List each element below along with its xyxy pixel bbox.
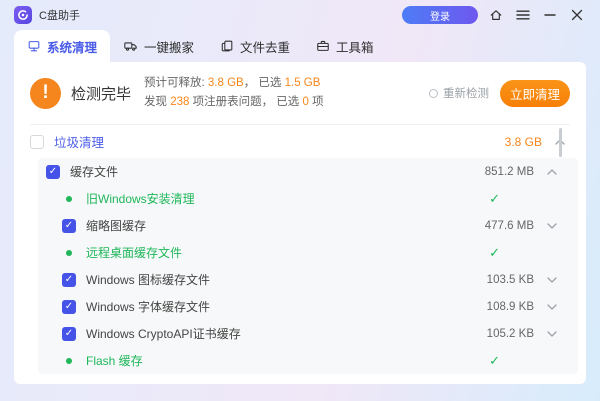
item-checkbox[interactable]: ✓ <box>62 327 76 341</box>
item-label: 旧Windows安装清理 <box>86 190 195 207</box>
item-checkbox[interactable]: ✓ <box>46 165 60 179</box>
list-item[interactable]: ✓ Windows 字体缓存文件 108.9 KB <box>38 293 578 320</box>
list-item[interactable]: Flash 缓存 ✓ <box>38 347 578 374</box>
done-dot-icon <box>62 250 76 256</box>
login-button[interactable]: 登录 <box>402 6 478 24</box>
item-label: 缩略图缓存 <box>86 217 146 234</box>
list-item[interactable]: ✓ 缓存文件 851.2 MB <box>38 158 578 185</box>
item-size: 103.5 KB <box>487 274 534 286</box>
item-size: 108.9 KB <box>487 301 534 313</box>
toolbox-icon <box>316 39 330 53</box>
content-panel: ! 检测完毕 预计可释放: 3.8 GB， 已选 1.5 GB 发现 238 项… <box>14 62 586 384</box>
list-item[interactable]: ✓ 缩略图缓存 477.6 MB <box>38 212 578 239</box>
group-label: 垃圾清理 <box>54 132 104 151</box>
tab-bar: 系统清理 一键搬家 文件去重 工具箱 <box>0 30 600 62</box>
tab-move-apps[interactable]: 一键搬家 <box>110 30 207 62</box>
scan-status: 检测完毕 <box>71 83 131 104</box>
check-mark-icon: ✓ <box>489 353 500 369</box>
documents-icon <box>220 39 234 53</box>
menu-icon[interactable] <box>514 6 532 24</box>
item-size: 105.2 KB <box>487 328 534 340</box>
chevron-down-icon[interactable] <box>546 331 558 337</box>
item-label: Windows CryptoAPI证书缓存 <box>86 325 241 342</box>
item-size: 477.6 MB <box>485 220 534 232</box>
group-row-junk-cleanup[interactable]: 垃圾清理 3.8 GB <box>14 125 586 158</box>
tab-toolbox[interactable]: 工具箱 <box>303 30 387 62</box>
chevron-down-icon[interactable] <box>546 277 558 283</box>
clean-now-button[interactable]: 立即清理 <box>500 80 570 107</box>
done-dot-icon <box>62 358 76 364</box>
refresh-circle-icon <box>429 89 438 98</box>
group-size: 3.8 GB <box>505 135 542 149</box>
chevron-up-icon[interactable] <box>546 169 558 175</box>
exclamation-circle-icon: ! <box>30 78 61 109</box>
tab-dedupe[interactable]: 文件去重 <box>207 30 303 62</box>
recheck-button[interactable]: 重新检测 <box>429 85 489 101</box>
home-icon[interactable] <box>487 6 505 24</box>
close-icon[interactable] <box>568 6 586 24</box>
app-title: C盘助手 <box>39 7 80 23</box>
list-item[interactable]: 旧Windows安装清理 ✓ <box>38 185 578 212</box>
scan-detail-line2: 发现 238 项注册表问题， 已选 0 项 <box>144 93 324 112</box>
item-checkbox[interactable]: ✓ <box>62 219 76 233</box>
chevron-down-icon[interactable] <box>546 223 558 229</box>
item-checkbox[interactable]: ✓ <box>62 300 76 314</box>
item-size: 851.2 MB <box>485 166 534 178</box>
check-mark-icon: ✓ <box>489 245 500 261</box>
chevron-down-icon[interactable] <box>546 304 558 310</box>
titlebar: C盘助手 登录 <box>0 0 600 30</box>
item-label: Windows 图标缓存文件 <box>86 271 210 288</box>
list-item[interactable]: ✓ Windows CryptoAPI证书缓存 105.2 KB <box>38 320 578 347</box>
item-label: 缓存文件 <box>70 163 118 180</box>
truck-icon <box>123 39 138 53</box>
list-item[interactable]: ✓ Windows 图标缓存文件 103.5 KB <box>38 266 578 293</box>
minimize-icon[interactable] <box>541 6 559 24</box>
scrollbar-thumb[interactable] <box>559 128 562 157</box>
scan-summary: ! 检测完毕 预计可释放: 3.8 GB， 已选 1.5 GB 发现 238 项… <box>14 62 586 124</box>
done-dot-icon <box>62 196 76 202</box>
scan-detail: 预计可释放: 3.8 GB， 已选 1.5 GB 发现 238 项注册表问题， … <box>144 74 324 112</box>
app-logo-icon <box>14 6 32 24</box>
item-label: 远程桌面缓存文件 <box>86 244 182 261</box>
scan-detail-line1: 预计可释放: 3.8 GB， 已选 1.5 GB <box>144 74 324 93</box>
item-label: Flash 缓存 <box>86 352 143 369</box>
tab-system-clean[interactable]: 系统清理 <box>14 30 110 62</box>
group-checkbox[interactable] <box>30 135 44 149</box>
list-item[interactable]: 远程桌面缓存文件 ✓ <box>38 239 578 266</box>
item-checkbox[interactable]: ✓ <box>62 273 76 287</box>
cleanup-item-list: ✓ 缓存文件 851.2 MB 旧Windows安装清理 ✓ ✓ 缩略图缓存 4… <box>38 158 578 374</box>
drive-icon <box>27 39 41 53</box>
item-label: Windows 字体缓存文件 <box>86 298 210 315</box>
check-mark-icon: ✓ <box>489 191 500 207</box>
